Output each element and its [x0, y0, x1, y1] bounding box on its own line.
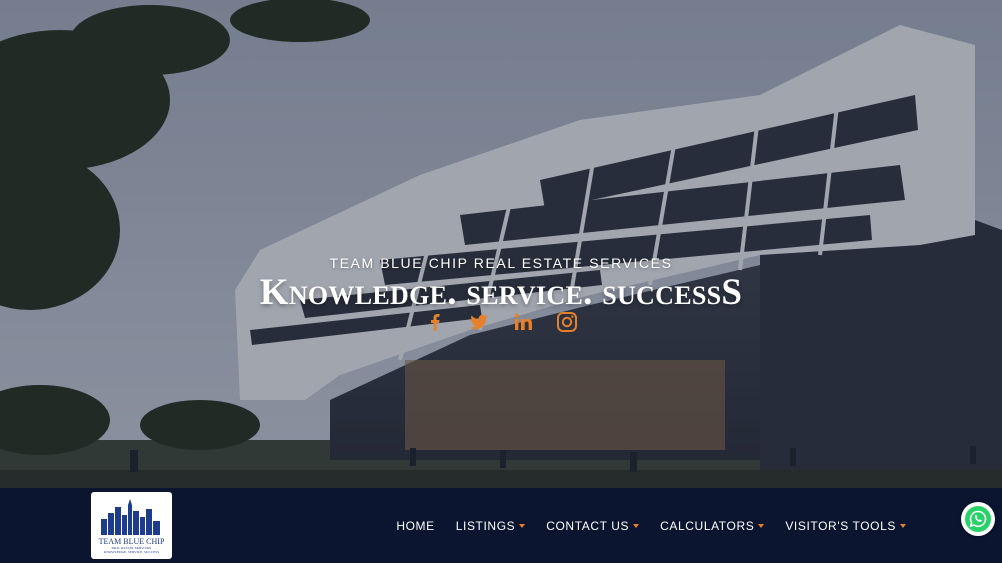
chevron-down-icon — [519, 523, 526, 528]
nav-listings[interactable]: LISTINGS — [455, 518, 526, 533]
hero-tagline: Knowledge. service. successS — [259, 272, 743, 313]
main-navbar: TEAM BLUE CHIP REAL ESTATE SERVICES KNOW… — [0, 488, 1002, 563]
nav-home-label: HOME — [396, 518, 435, 533]
hero-banner: TEAM BLUE CHIP REAL ESTATE SERVICES Know… — [0, 0, 1002, 488]
nav-visitors-tools-label: VISITOR'S TOOLS — [785, 518, 896, 533]
chevron-down-icon — [633, 523, 640, 528]
site-logo[interactable]: TEAM BLUE CHIP REAL ESTATE SERVICES KNOW… — [91, 492, 172, 559]
nav-visitors-tools[interactable]: VISITOR'S TOOLS — [785, 519, 906, 533]
hero-kicker: TEAM BLUE CHIP REAL ESTATE SERVICES — [329, 255, 673, 271]
hero-text: TEAM BLUE CHIP REAL ESTATE SERVICES Know… — [0, 253, 1002, 313]
twitter-icon[interactable] — [466, 309, 492, 335]
logo-motto: KNOWLEDGE. SERVICE. SUCCESS — [103, 550, 160, 554]
nav-contact-us-label: CONTACT US — [546, 518, 630, 533]
nav-calculators[interactable]: CALCULATORS — [660, 518, 765, 533]
main-menu: HOME LISTINGS CONTACT US CALCULATORS VIS… — [396, 488, 906, 563]
linkedin-icon[interactable] — [510, 309, 536, 335]
chevron-down-icon — [900, 523, 906, 528]
social-links — [0, 309, 1002, 335]
chevron-down-icon — [758, 523, 765, 528]
nav-contact-us[interactable]: CONTACT US — [546, 518, 640, 533]
logo-name: TEAM BLUE CHIP — [98, 537, 165, 546]
whatsapp-icon — [965, 506, 991, 532]
nav-listings-label: LISTINGS — [455, 518, 516, 533]
hero-background-image — [0, 0, 1002, 488]
nav-home[interactable]: HOME — [396, 519, 434, 533]
nav-calculators-label: CALCULATORS — [660, 518, 755, 533]
city-skyline-icon — [101, 499, 160, 535]
whatsapp-chat-button[interactable] — [961, 502, 995, 536]
instagram-icon[interactable] — [554, 309, 580, 335]
facebook-icon[interactable] — [422, 309, 448, 335]
